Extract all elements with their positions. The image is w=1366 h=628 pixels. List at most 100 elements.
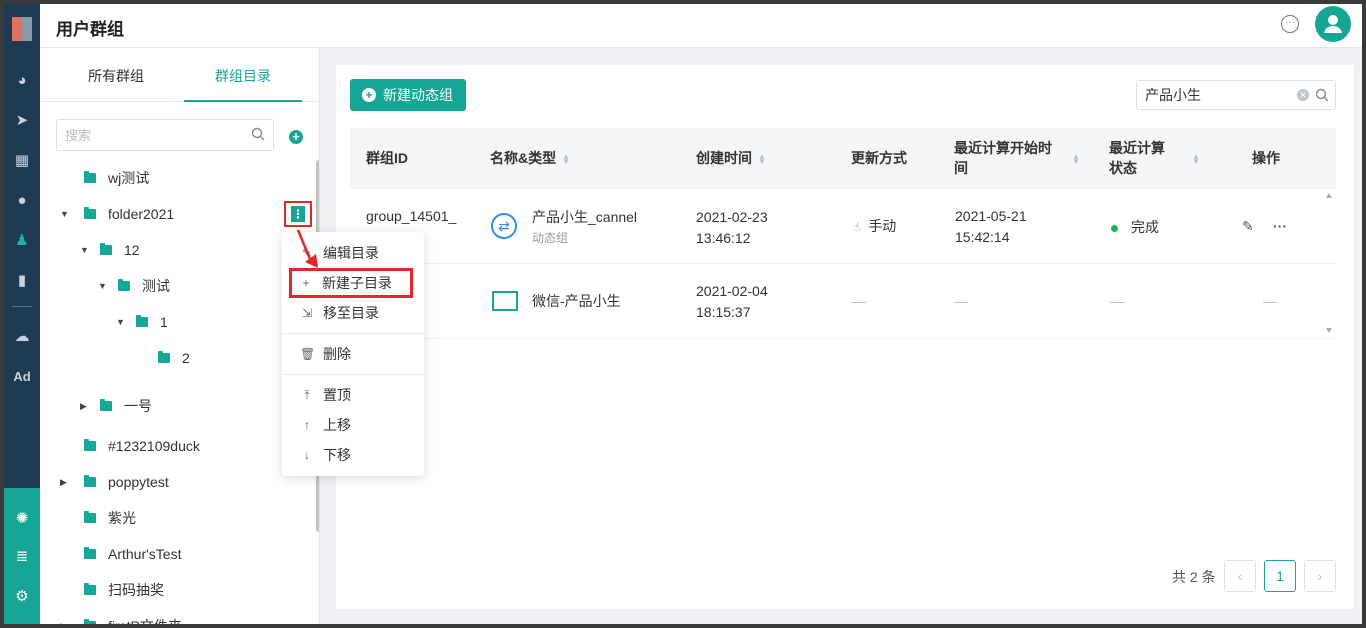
clear-icon[interactable]: ✕ [1297,89,1309,101]
next-page-button[interactable]: › [1304,560,1336,592]
folder-icon [84,511,96,523]
tree-search-input[interactable] [57,120,237,150]
table-scrollbar[interactable] [1322,190,1336,338]
caret-down-icon[interactable]: ▼ [116,317,128,327]
folder-icon [84,475,96,487]
tree-search [56,119,274,151]
plus-icon: + [302,276,310,290]
folder-icon [84,207,96,219]
table-row[interactable]: ...4136 微信-产品小生 2021-02-04 18:15:37 — — … [350,264,1336,339]
group-tree-panel: 所有群组 群组目录 + wj测试 ▼folder2021 ▼12 ▼测试 ▼1 … [40,48,320,624]
sort-icon[interactable]: ▲ ▼ [1072,153,1080,166]
tree-node[interactable]: 紫光 [84,508,136,528]
cell-status: 完成 [1111,217,1159,238]
tree-node[interactable]: wj测试 [84,168,149,188]
cell-actions: — [1263,293,1277,309]
folder-icon [84,439,96,451]
rail-bottom: ✺ ≣ ⚙ [4,488,40,624]
folder-icon [84,619,96,624]
col-actions: 操作 [1252,150,1280,166]
move-icon: ⇲ [301,306,313,320]
chat-icon[interactable]: ··· [1281,15,1299,33]
page-title: 用户群组 [56,20,124,39]
nav-rail: ◕ ➤ ▦ ● ♟ ▮ ☁ Ad ✺ ≣ ⚙ [4,4,40,624]
cell-group-type: 动态组 [532,231,569,245]
cell-update-mode: ☝ 手动 [853,218,897,234]
sort-icon[interactable]: ▲ ▼ [1192,153,1200,166]
total-count: 共 2 条 [1172,569,1216,585]
wechat-icon[interactable]: ☁ [12,326,32,346]
hand-icon: ☝ [853,220,861,234]
tree-node[interactable]: ▼ 12 [80,240,140,260]
more-horizontal-icon[interactable]: ··· [1273,216,1287,237]
col-created-time[interactable]: 创建时间 ▲ ▼ [696,148,766,168]
bar-chart-icon[interactable]: ▮ [12,270,32,290]
avatar[interactable] [1315,6,1351,42]
caret-right-icon[interactable]: ▶ [80,401,92,412]
tree-node[interactable]: #1232109duck [84,436,200,456]
menu-move-to-directory[interactable]: ⇲ 移至目录 [282,300,424,326]
caret-down-icon[interactable]: ▼ [80,245,92,255]
cell-update-mode: — [852,293,866,309]
sort-icon[interactable]: ▲ ▼ [562,153,570,166]
dashboard-icon[interactable]: ◕ [12,70,32,90]
more-vertical-icon: ⋮ [291,206,305,222]
caret-right-icon[interactable]: ▶ [60,621,72,625]
cell-status: — [1110,293,1124,309]
add-directory-icon[interactable]: + [289,130,303,144]
tab-all-groups[interactable]: 所有群组 [88,66,144,86]
col-last-calc-status[interactable]: 最近计算状态 [1109,138,1171,178]
app-logo[interactable] [12,17,32,41]
plus-circle-icon: + [362,88,376,102]
folder-icon [136,315,148,327]
tree-node[interactable]: ▶ poppytest [60,472,169,492]
ad-icon[interactable]: Ad [12,366,32,386]
tree-node[interactable]: 2 [158,348,190,368]
tree-node[interactable]: Arthur'sTest [84,544,181,564]
tree-node[interactable]: ▶ 一号 [80,396,152,416]
caret-right-icon[interactable]: ▶ [60,477,72,488]
tab-group-directory[interactable]: 群组目录 [215,66,271,86]
server-icon[interactable]: ≣ [12,546,32,566]
col-last-calc-start[interactable]: 最近计算开始时间 [954,138,1064,178]
prev-page-button[interactable]: ‹ [1224,560,1256,592]
tree-node[interactable]: ▼ 1 [116,312,168,332]
caret-down-icon[interactable]: ▼ [98,281,110,291]
table-row[interactable]: group_14501_ ... ⇄ 产品小生_cannel 动态组 2021-… [350,189,1336,264]
tree-node[interactable]: ▼ 测试 [98,276,170,296]
edit-icon[interactable]: ✎ [1242,216,1254,237]
col-name-type[interactable]: 名称&类型 ▲ ▼ [490,148,570,168]
user-icon[interactable]: ● [12,190,32,210]
page-button[interactable]: 1 [1264,560,1296,592]
arrow-down-icon: ↓ [304,448,310,462]
menu-move-up[interactable]: ↑ 上移 [282,412,424,438]
menu-pin-top[interactable]: ⤒ 置顶 [282,382,424,408]
cell-group-name[interactable]: 微信-产品小生 [532,291,621,312]
caret-down-icon[interactable]: ▼ [60,209,72,219]
cell-group-id: group_14501_ [366,208,457,224]
network-icon[interactable]: ✺ [12,508,32,528]
send-icon[interactable]: ➤ [12,110,32,130]
tree-node[interactable]: ▶firstP文件夹 [60,616,182,624]
folder-icon [118,279,130,291]
tree-node[interactable]: ▼ folder2021 [60,204,174,224]
cell-created-time: 18:15:37 [696,304,751,320]
menu-move-down[interactable]: ↓ 下移 [282,442,424,468]
cell-created-date: 2021-02-04 [696,283,768,299]
col-group-id: 群组ID [366,150,408,166]
cell-group-name[interactable]: 产品小生_cannel [532,207,637,228]
tree-tabs: 所有群组 群组目录 [40,48,319,102]
node-more-button[interactable]: ⋮ [284,201,312,227]
menu-delete[interactable]: 🗑 删除 [282,341,424,367]
search-icon[interactable] [251,127,265,141]
gear-icon[interactable]: ⚙ [12,586,32,606]
new-dynamic-group-button[interactable]: + 新建动态组 [350,79,466,111]
layout-icon[interactable]: ▦ [12,150,32,170]
folder-icon [84,547,96,559]
search-icon[interactable] [1315,88,1329,102]
group-search-input[interactable] [1137,81,1287,109]
tree-node[interactable]: 扫码抽奖 [84,580,164,600]
annotation-arrow [296,229,318,268]
sort-icon[interactable]: ▲ ▼ [758,153,766,166]
user-group-icon[interactable]: ♟ [12,230,32,250]
